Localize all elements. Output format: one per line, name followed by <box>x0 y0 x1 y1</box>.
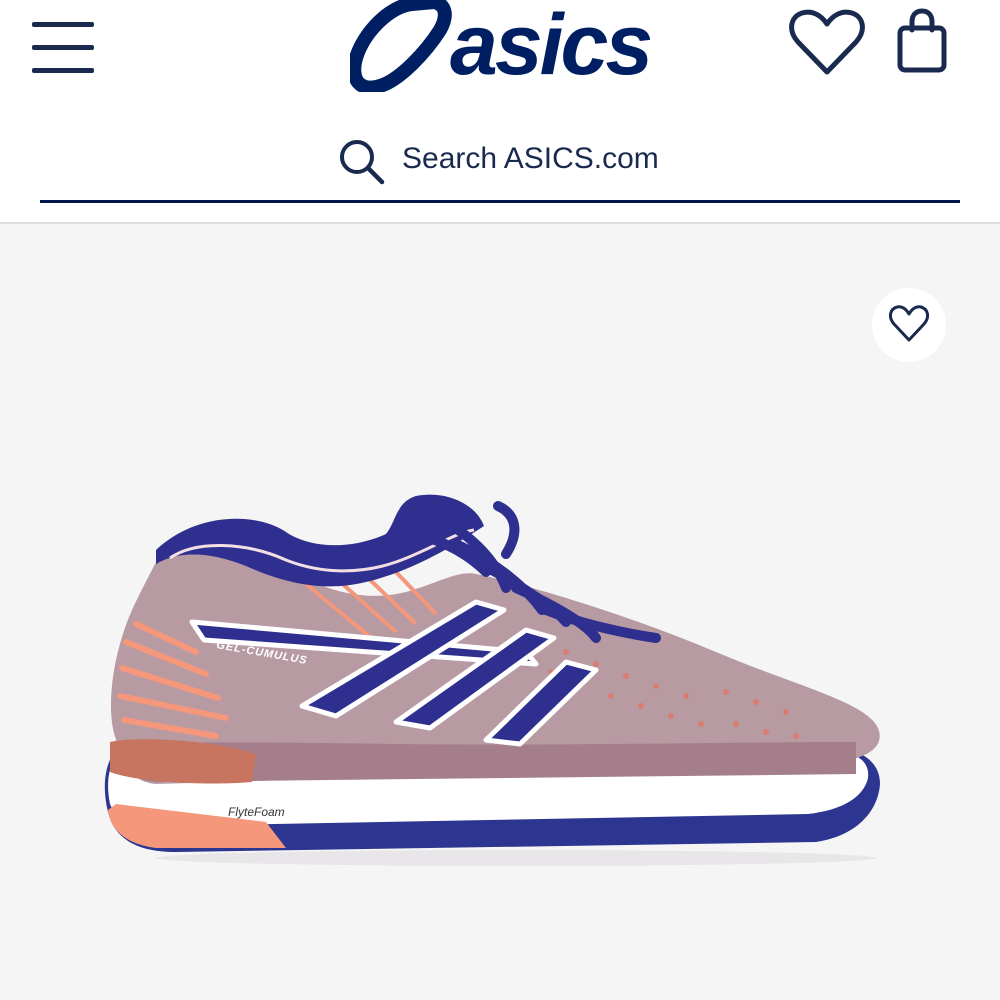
search-input[interactable] <box>402 138 822 180</box>
site-header: asics <box>0 0 1000 224</box>
product-shoe-image[interactable]: GEL-CUMULUS FlyteFoam <box>96 492 896 872</box>
menu-button[interactable] <box>30 18 98 74</box>
shopping-bag-button[interactable] <box>892 6 952 76</box>
wishlist-button[interactable] <box>788 8 866 78</box>
asics-logo[interactable]: asics <box>347 0 653 95</box>
product-image-area: GEL-CUMULUS FlyteFoam <box>0 224 1000 1000</box>
heart-icon <box>789 9 865 75</box>
shopping-bag-icon <box>897 8 947 73</box>
hamburger-menu-icon <box>32 22 94 73</box>
search-icon[interactable] <box>338 138 386 186</box>
heart-icon <box>889 305 929 342</box>
midsole-label: FlyteFoam <box>228 805 285 819</box>
logo-wordmark: asics <box>450 0 650 92</box>
asics-spiral-mark <box>347 0 452 95</box>
page: asics Search ASICS.com GEL-CUMULUS Flyte… <box>0 0 1000 1000</box>
favorite-product-button[interactable] <box>872 288 946 362</box>
search-bar[interactable] <box>40 126 960 203</box>
